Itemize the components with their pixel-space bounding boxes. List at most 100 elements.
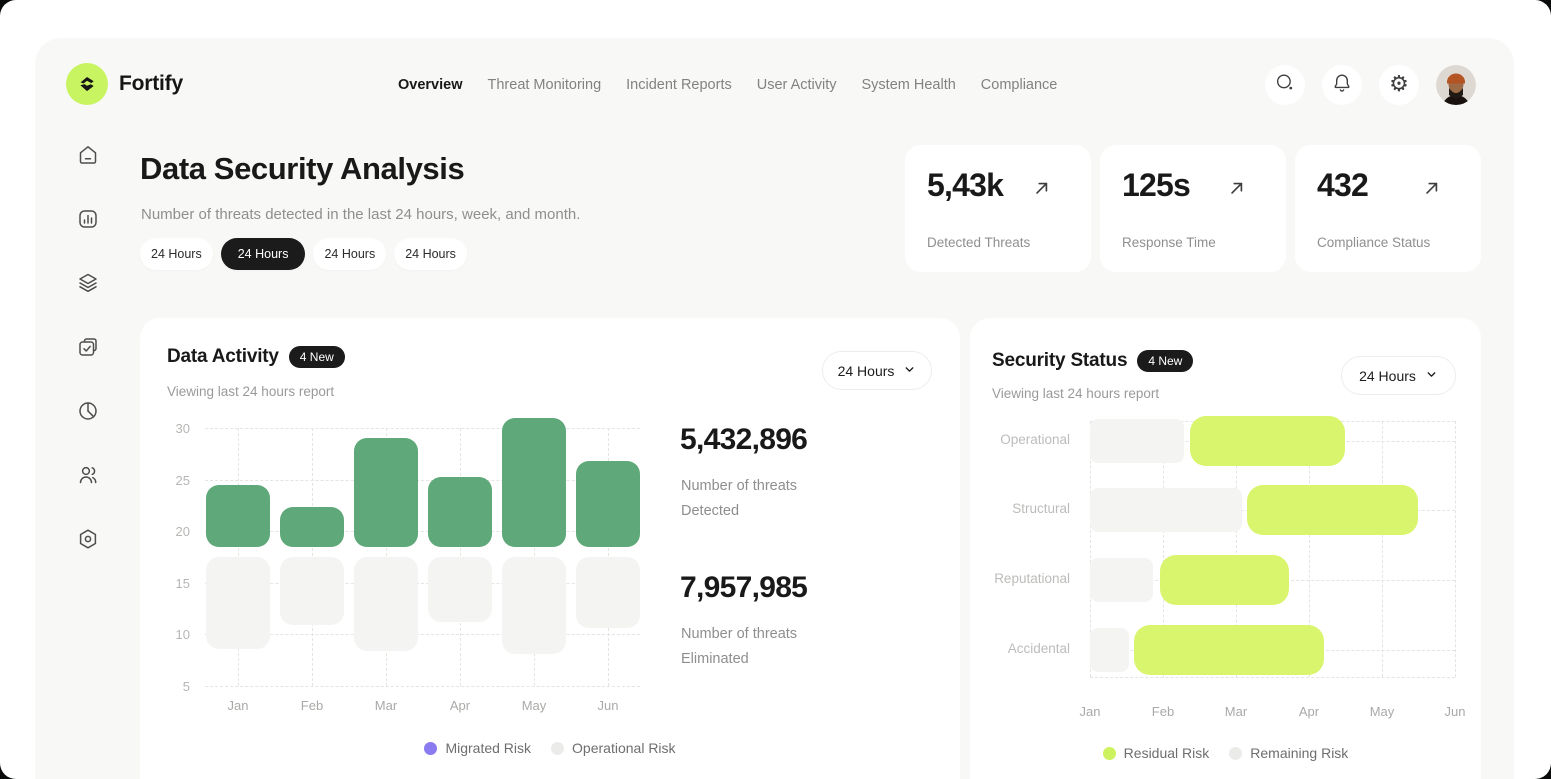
legend-label: Migrated Risk [445,740,531,756]
legend-label: Residual Risk [1124,745,1210,761]
y-axis-tick: 5 [160,679,190,694]
bar-operational-risk-jun[interactable] [576,557,640,628]
category-label-operational: Operational [985,432,1070,447]
activity-range-dropdown[interactable]: 24 Hours [822,351,932,390]
filter-pill-0[interactable]: 24 Hours [140,238,213,270]
bar-operational-risk-mar[interactable] [354,557,418,651]
bar-operational-risk-jan[interactable] [206,557,270,649]
search-button[interactable] [1265,65,1305,105]
threats-detected-value: 5,432,896 [680,423,807,457]
sidebar-item-tasks[interactable] [76,335,100,359]
settings-button[interactable]: ⚙ [1379,65,1419,105]
gridline-h [205,428,640,429]
kpi-card-compliance-status[interactable]: 432 Compliance Status [1295,145,1481,272]
chevron-down-icon [1425,368,1438,384]
threats-detected-label: Number of threats Detected [681,474,797,524]
new-badge: 4 New [1137,350,1193,372]
nav-item-compliance[interactable]: Compliance [981,77,1058,93]
x-axis-label-jun: Jun [1423,704,1487,719]
page-title: Data Security Analysis [140,151,464,187]
x-axis-label-mar: Mar [354,698,418,713]
x-axis-label-feb: Feb [280,698,344,713]
bar-migrated-risk-may[interactable] [502,418,566,547]
legend-item-migrated-risk[interactable]: Migrated Risk [424,740,531,756]
kpi-card-response-time[interactable]: 125s Response Time [1100,145,1286,272]
gridline-h [205,480,640,481]
security-range-chart: JanFebMarAprMayJunOperationalStructuralR… [985,421,1465,726]
bar-migrated-risk-mar[interactable] [354,438,418,546]
category-label-reputational: Reputational [985,571,1070,586]
bar-operational-risk-may[interactable] [502,557,566,654]
kpi-value: 5,43k [927,167,1003,204]
home-icon [76,154,100,171]
kpi-label: Response Time [1122,235,1216,250]
bar-migrated-risk-jan[interactable] [206,485,270,547]
filter-pill-2[interactable]: 24 Hours [313,238,386,270]
sidebar-item-analytics[interactable] [76,207,100,231]
bar-remaining-risk-structural[interactable] [1090,488,1242,532]
nav-item-overview[interactable]: Overview [398,77,463,93]
x-axis-label-jan: Jan [1058,704,1122,719]
kpi-label: Detected Threats [927,235,1030,250]
x-axis-label-apr: Apr [428,698,492,713]
nav-item-incident-reports[interactable]: Incident Reports [626,77,732,93]
bar-residual-risk-operational[interactable] [1190,416,1345,466]
legend-item-residual-risk[interactable]: Residual Risk [1103,745,1210,761]
bell-icon [1331,72,1353,99]
bar-residual-risk-structural[interactable] [1247,485,1419,535]
sidebar-item-layers[interactable] [76,271,100,295]
arrow-up-right-icon [1226,177,1248,204]
bar-remaining-risk-reputational[interactable] [1090,558,1153,602]
x-axis-label-mar: Mar [1204,704,1268,719]
sidebar-item-reports[interactable] [76,399,100,423]
threats-eliminated-value: 7,957,985 [680,571,807,605]
arrow-up-right-icon [1421,177,1443,204]
x-axis-label-may: May [1350,704,1414,719]
page-subtitle: Number of threats detected in the last 2… [141,206,580,223]
legend-item-remaining-risk[interactable]: Remaining Risk [1229,745,1348,761]
security-status-header: Security Status 4 New [992,350,1193,372]
legend-item-operational-risk[interactable]: Operational Risk [551,740,676,756]
kpi-value: 125s [1122,167,1190,204]
legend-dot-icon [551,742,564,755]
x-axis-label-jan: Jan [206,698,270,713]
bar-migrated-risk-apr[interactable] [428,477,492,547]
filter-pill-3[interactable]: 24 Hours [394,238,467,270]
users-icon [76,474,100,491]
y-axis-tick: 25 [160,473,190,488]
x-axis-label-jun: Jun [576,698,640,713]
x-axis-label-may: May [502,698,566,713]
bar-operational-risk-feb[interactable] [280,557,344,625]
nav-item-threat-monitoring[interactable]: Threat Monitoring [488,77,602,93]
filter-pills: 24 Hours24 Hours24 Hours24 Hours [140,238,467,270]
card-subtitle: Viewing last 24 hours report [167,384,334,399]
notifications-button[interactable] [1322,65,1362,105]
main-nav: Overview Threat Monitoring Incident Report… [398,63,1057,107]
fortify-logo-icon [66,63,108,105]
copy-check-icon [76,346,100,363]
category-label-structural: Structural [985,501,1070,516]
bar-residual-risk-reputational[interactable] [1160,555,1288,605]
sidebar-item-users[interactable] [76,463,100,487]
security-range-dropdown[interactable]: 24 Hours [1341,356,1456,395]
bar-operational-risk-apr[interactable] [428,557,492,622]
bar-remaining-risk-operational[interactable] [1090,419,1184,463]
nav-item-user-activity[interactable]: User Activity [757,77,837,93]
chevron-down-icon [903,363,916,379]
filter-pill-1[interactable]: 24 Hours [221,238,306,270]
user-avatar[interactable] [1436,65,1476,105]
bar-migrated-risk-feb[interactable] [280,507,344,546]
bar-residual-risk-accidental[interactable] [1134,625,1324,675]
x-axis-label-apr: Apr [1277,704,1341,719]
bar-migrated-risk-jun[interactable] [576,461,640,547]
search-icon [1274,72,1296,99]
bar-remaining-risk-accidental[interactable] [1090,628,1129,672]
sidebar-item-security[interactable] [76,527,100,551]
nav-item-system-health[interactable]: System Health [862,77,956,93]
card-subtitle: Viewing last 24 hours report [992,386,1159,401]
sidebar [76,143,100,551]
brand-name: Fortify [119,72,183,96]
sidebar-item-home[interactable] [76,143,100,167]
y-axis-tick: 10 [160,627,190,642]
kpi-card-detected-threats[interactable]: 5,43k Detected Threats [905,145,1091,272]
